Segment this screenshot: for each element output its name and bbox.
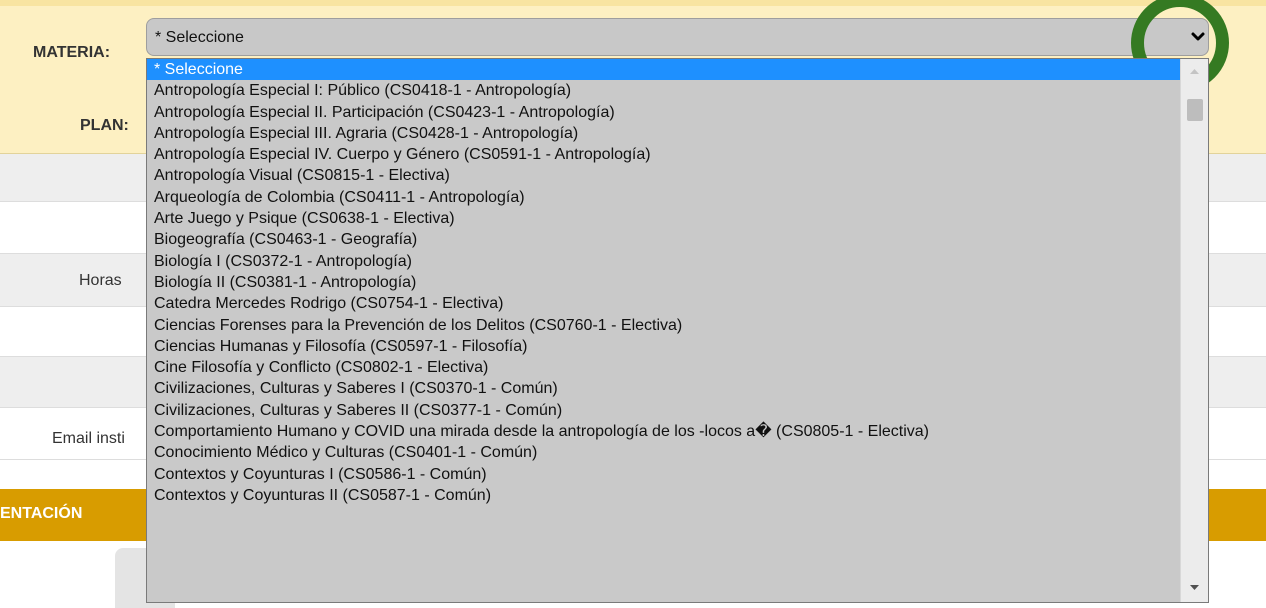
triangle-up-icon[interactable] <box>1181 61 1208 81</box>
options-list: * Seleccione Antropología Especial I: Púb… <box>147 59 1180 506</box>
materia-select-value: * Seleccione <box>155 29 244 46</box>
materia-select[interactable]: * Seleccione <box>146 18 1209 56</box>
dropdown-option[interactable]: Antropología Visual (CS0815-1 - Electiva… <box>147 165 1180 186</box>
dropdown-option[interactable]: Cine Filosofía y Conflicto (CS0802-1 - E… <box>147 357 1180 378</box>
materia-label: MATERIA: <box>33 44 111 61</box>
dropdown-option[interactable]: Biología II (CS0381-1 - Antropología) <box>147 272 1180 293</box>
dropdown-option[interactable]: Antropología Especial II. Participación … <box>147 102 1180 123</box>
triangle-down-icon[interactable] <box>1181 578 1208 598</box>
dropdown-option[interactable]: Antropología Especial IV. Cuerpo y Géner… <box>147 144 1180 165</box>
dropdown-option[interactable]: Contextos y Coyunturas I (CS0586-1 - Com… <box>147 464 1180 485</box>
dropdown-option[interactable]: Biología I (CS0372-1 - Antropología) <box>147 251 1180 272</box>
dropdown-option[interactable]: * Seleccione <box>147 59 1180 81</box>
dropdown-option[interactable]: Conocimiento Médico y Culturas (CS0401-1… <box>147 442 1180 463</box>
dropdown-option[interactable]: Civilizaciones, Culturas y Saberes I (CS… <box>147 378 1180 399</box>
dropdown-option[interactable]: Ciencias Humanas y Filosofía (CS0597-1 -… <box>147 336 1180 357</box>
dropdown-option[interactable]: Arqueología de Colombia (CS0411-1 - Antr… <box>147 187 1180 208</box>
dropdown-option[interactable]: Antropología Especial I: Público (CS0418… <box>147 80 1180 101</box>
dropdown-option[interactable]: Contextos y Coyunturas II (CS0587-1 - Co… <box>147 485 1180 506</box>
dropdown-option[interactable]: Arte Juego y Psique (CS0638-1 - Electiva… <box>147 208 1180 229</box>
dropdown-option[interactable]: Antropología Especial III. Agraria (CS04… <box>147 123 1180 144</box>
dropdown-option[interactable]: Biogeografía (CS0463-1 - Geografía) <box>147 229 1180 250</box>
email-label: Email insti <box>52 430 125 447</box>
dropdown-option[interactable]: Civilizaciones, Culturas y Saberes II (C… <box>147 400 1180 421</box>
horas-label: Horas <box>79 272 122 289</box>
scrollbar[interactable] <box>1180 59 1208 602</box>
scrollbar-thumb[interactable] <box>1187 99 1203 121</box>
dropdown-option[interactable]: Catedra Mercedes Rodrigo (CS0754-1 - Ele… <box>147 293 1180 314</box>
dropdown-option[interactable]: Ciencias Forenses para la Prevención de … <box>147 315 1180 336</box>
panel-top-edge <box>0 0 1266 6</box>
plan-label: PLAN: <box>80 117 129 134</box>
materia-dropdown-list[interactable]: * Seleccione Antropología Especial I: Púb… <box>146 58 1209 603</box>
dropdown-option[interactable]: Comportamiento Humano y COVID una mirada… <box>147 421 1180 442</box>
section-title: ENTACIÓN <box>0 505 83 522</box>
